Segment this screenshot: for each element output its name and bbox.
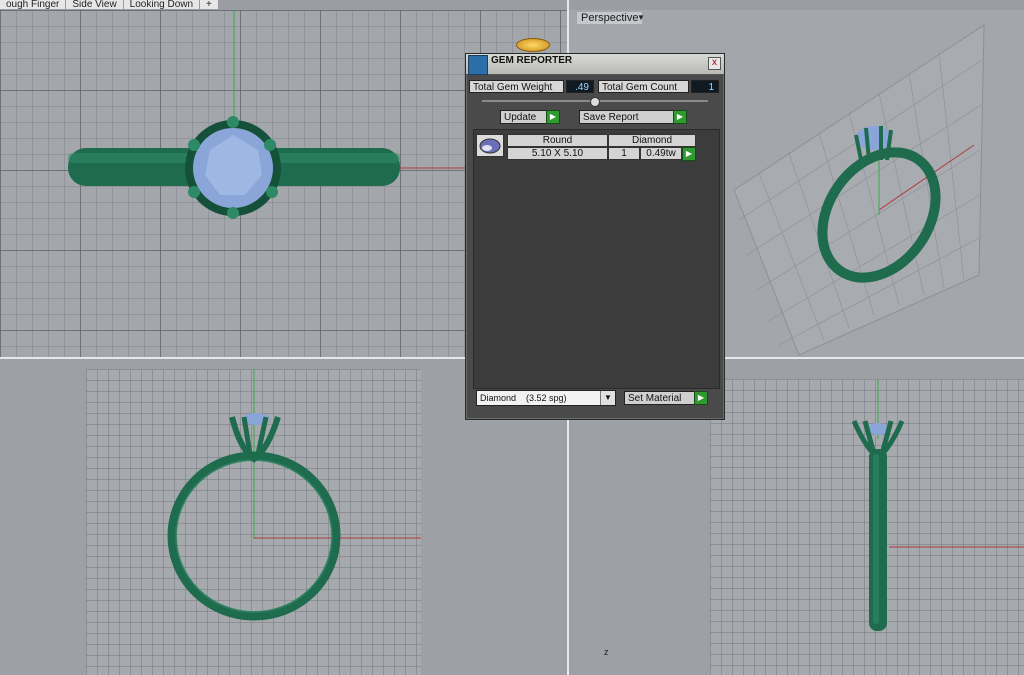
table-cell-count[interactable]: 1 — [608, 147, 640, 160]
material-select[interactable]: Diamond (3.52 spg) ▼ — [476, 390, 616, 406]
add-tab-button[interactable]: + — [200, 0, 219, 10]
gem-shape-icon — [479, 138, 501, 154]
update-button-label: Update — [504, 112, 537, 123]
update-button[interactable]: Update ▶ — [500, 110, 560, 124]
set-material-button[interactable]: Set Material ▶ — [624, 391, 708, 405]
gem-reporter-panel: GEM REPORTER x Total Gem Weight .49 Tota… — [465, 53, 725, 420]
set-material-button-label: Set Material — [628, 393, 682, 404]
save-report-button[interactable]: Save Report ▶ — [579, 110, 687, 124]
play-arrow-icon: ▶ — [546, 110, 560, 124]
table-cell-weight[interactable]: 0.49tw — [640, 147, 682, 160]
gem-reporter-logo-icon — [468, 55, 488, 75]
panel-slider-knob[interactable] — [590, 97, 600, 107]
gold-ring-icon[interactable] — [516, 38, 550, 52]
total-gem-count-value: 1 — [691, 80, 719, 93]
table-header-material: Diamond — [608, 134, 696, 147]
tab-side-view[interactable]: Side View — [66, 0, 124, 10]
material-select-value: Diamond (3.52 spg) — [480, 393, 567, 403]
play-arrow-icon: ▶ — [673, 110, 687, 124]
tab-rough-finger[interactable]: ough Finger — [0, 0, 67, 10]
chevron-down-icon[interactable]: ▼ — [600, 391, 615, 405]
gem-list: Round Diamond 5.10 X 5.10 1 0.49tw ▶ — [473, 129, 720, 389]
row-play-arrow-icon[interactable]: ▶ — [682, 147, 696, 161]
table-cell-size[interactable]: 5.10 X 5.10 — [507, 147, 608, 160]
total-gem-weight-value: .49 — [566, 80, 594, 93]
chevron-down-icon[interactable]: ▼ — [637, 13, 645, 22]
gem-reporter-title: GEM REPORTER — [491, 55, 573, 66]
round-gem-icon[interactable] — [476, 134, 504, 157]
table-header-shape: Round — [507, 134, 608, 147]
gem-reporter-titlebar[interactable]: GEM REPORTER x — [466, 54, 724, 75]
play-arrow-icon: ▶ — [694, 391, 708, 405]
view-tabs: ough Finger Side View Looking Down + — [0, 0, 219, 11]
total-gem-weight-label: Total Gem Weight — [469, 80, 564, 93]
total-gem-count-label: Total Gem Count — [598, 80, 689, 93]
save-report-button-label: Save Report — [583, 112, 639, 123]
axis-z-label: z — [604, 647, 609, 657]
tab-looking-down[interactable]: Looking Down — [123, 0, 201, 10]
viewport-label-perspective[interactable]: Perspective — [577, 12, 643, 24]
close-icon[interactable]: x — [708, 57, 721, 70]
